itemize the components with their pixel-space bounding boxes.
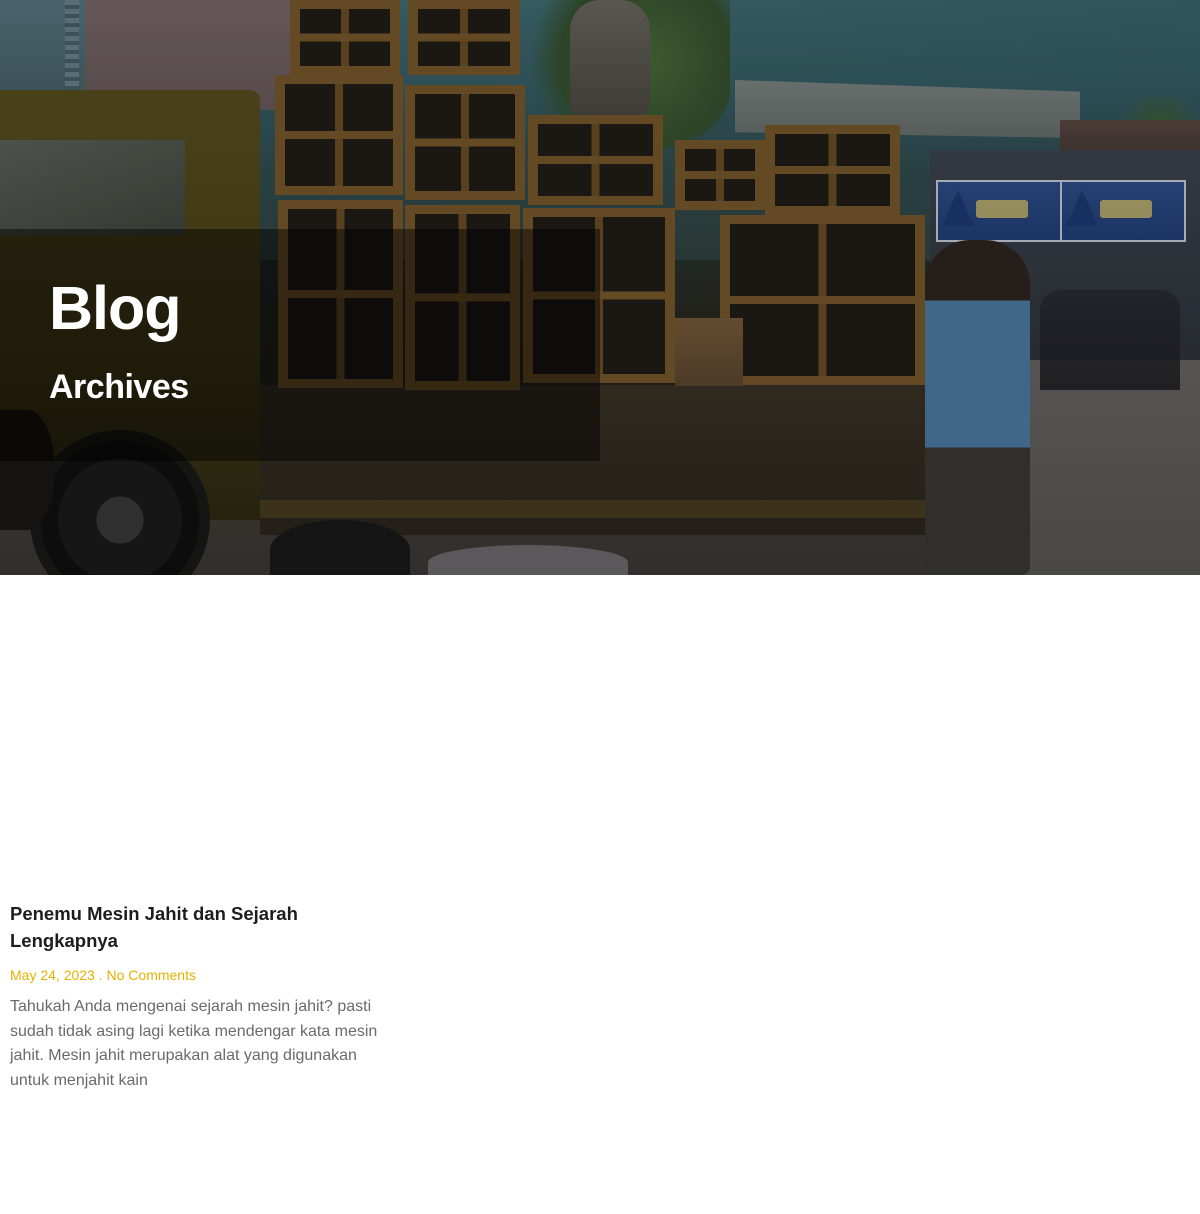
hero-title-box [0,229,600,461]
post-card: Penemu Mesin Jahit dan Sejarah Lengkapny… [10,900,395,1093]
hero-banner: Blog Archives [0,0,1200,575]
post-date: May 24, 2023 [10,967,95,983]
page-subtitle: Archives [49,368,189,406]
post-comments-link[interactable]: No Comments [107,967,196,983]
post-excerpt: Tahukah Anda mengenai sejarah mesin jahi… [10,998,378,1089]
post-title-link[interactable]: Penemu Mesin Jahit dan Sejarah Lengkapny… [10,900,395,954]
post-meta: May 24, 2023 . No Comments [10,965,395,985]
post-meta-separator: . [98,967,103,983]
page-title: Blog [49,274,182,342]
